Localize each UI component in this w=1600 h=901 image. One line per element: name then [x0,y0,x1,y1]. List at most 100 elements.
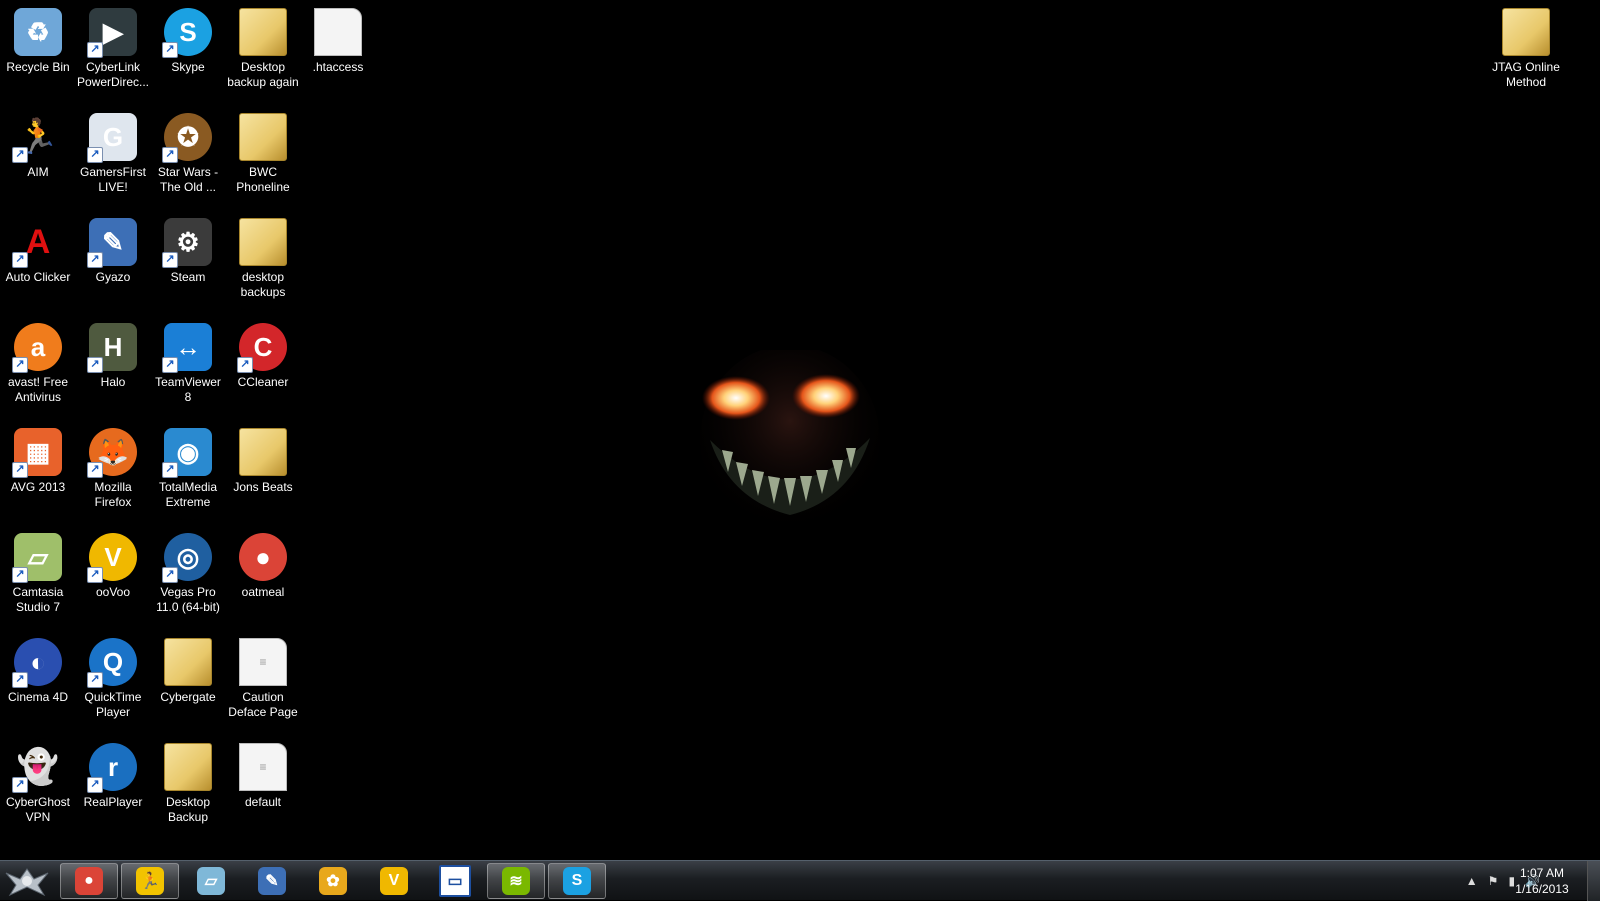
oovoo-icon: V ↗ [87,533,137,583]
desktop-icon-cyberlink-powerdirector[interactable]: ▶ ↗ CyberLink PowerDirec... [75,0,151,100]
desktop-icon-oovoo[interactable]: V ↗ ooVoo [75,525,151,625]
start-orb-icon [5,868,49,897]
action-center-flag-icon[interactable]: ⚑ [1488,874,1499,888]
desktop-icon-oatmeal[interactable]: ● oatmeal [225,525,301,625]
shortcut-arrow-icon: ↗ [237,357,253,373]
wallpaper-demon-face [700,350,880,535]
show-desktop-button[interactable] [1587,861,1600,901]
desktop-icon-cyberghost[interactable]: 👻 ↗ CyberGhost VPN [0,735,76,835]
desktop-icon-desktop-backups[interactable]: desktop backups [225,210,301,310]
shortcut-arrow-icon: ↗ [87,672,103,688]
camtasia-icon: ▱ ↗ [12,533,62,583]
desktop-icon-label: Halo [100,375,126,389]
show-hidden-icons-arrow-icon[interactable]: ▲ [1466,874,1478,888]
desktop-icon-camtasia[interactable]: ▱ ↗ Camtasia Studio 7 [0,525,76,625]
desktop-icon-label: Jons Beats [233,480,293,494]
folder-icon [239,8,287,56]
desktop-icon-caution-deface-page[interactable]: ≡ Caution Deface Page [225,630,301,730]
file-icon [314,8,362,56]
shortcut-arrow-icon: ↗ [12,672,28,688]
shortcut-arrow-icon: ↗ [87,42,103,58]
skype-icon: S ↗ [162,8,212,58]
desktop-icon-halo[interactable]: H ↗ Halo [75,315,151,415]
gyazo-icon: ✎ [258,867,286,895]
firefox-icon: 🦊 ↗ [87,428,137,478]
desktop-icon-gamersfirst[interactable]: G ↗ GamersFirst LIVE! [75,105,151,205]
taskbar-oovoo[interactable]: V [365,863,423,899]
desktop-icon-htaccess[interactable]: .htaccess [300,0,376,100]
desktop-icon-label: TeamViewer 8 [155,375,221,404]
desktop-icon-recycle-bin[interactable]: ♻ Recycle Bin [0,0,76,100]
star-wars-old-republic-icon: ✪ ↗ [162,113,212,163]
desktop-icon-cinema-4d[interactable]: ◐ ↗ Cinema 4D [0,630,76,730]
auto-clicker-icon: A ↗ [12,218,62,268]
desktop-icon-label: ooVoo [95,585,131,599]
desktop-icon-bwc-phoneline[interactable]: BWC Phoneline [225,105,301,205]
shortcut-arrow-icon: ↗ [12,777,28,793]
desktop-icon-star-wars[interactable]: ✪ ↗ Star Wars - The Old ... [150,105,226,205]
desktop-icon-teamviewer[interactable]: ↔ ↗ TeamViewer 8 [150,315,226,415]
folder-icon [239,428,287,476]
oovoo-icon: V [380,867,408,895]
desktop-icon-cybergate[interactable]: Cybergate [150,630,226,730]
shortcut-arrow-icon: ↗ [87,147,103,163]
desktop-icon-avg[interactable]: ▦ ↗ AVG 2013 [0,420,76,520]
taskbar-spotify[interactable]: ≋ [487,863,545,899]
recycle-bin-icon: ♻ [14,8,62,56]
fruity-loops-icon: ✿ [319,867,347,895]
taskbar-notepad[interactable]: ▱ [182,863,240,899]
desktop-icon-label: JTAG Online Method [1492,60,1560,89]
taskbar-skype[interactable]: S [548,863,606,899]
shortcut-arrow-icon: ↗ [162,567,178,583]
shortcut-arrow-icon: ↗ [12,252,28,268]
desktop-icon-label: Caution Deface Page [228,690,298,719]
desktop-icon-skype[interactable]: S ↗ Skype [150,0,226,100]
desktop-icon-totalmedia[interactable]: ◉ ↗ TotalMedia Extreme [150,420,226,520]
shortcut-arrow-icon: ↗ [87,462,103,478]
desktop-icon-quicktime[interactable]: Q ↗ QuickTime Player [75,630,151,730]
skype-icon: S [563,867,591,895]
ccleaner-icon: C ↗ [237,323,287,373]
start-button[interactable] [2,862,52,900]
desktop-icon-firefox[interactable]: 🦊 ↗ Mozilla Firefox [75,420,151,520]
chrome-icon: ● [239,533,287,581]
folder-icon [164,638,212,686]
desktop-icon-label: default [244,795,282,809]
desktop-icon-ccleaner[interactable]: C ↗ CCleaner [225,315,301,415]
clock[interactable]: 1:07 AM 1/16/2013 [1502,865,1582,897]
desktop-icon-auto-clicker[interactable]: A ↗ Auto Clicker [0,210,76,310]
desktop-icon-label: Cinema 4D [7,690,69,704]
desktop-icon-label: Skype [171,60,205,74]
desktop-icon-jtag-online-method[interactable]: JTAG Online Method [1488,0,1564,100]
desktop-icon-desktop-backup-again[interactable]: Desktop backup again [225,0,301,100]
gyazo-icon: ✎ ↗ [87,218,137,268]
shortcut-arrow-icon: ↗ [12,462,28,478]
desktop-icon-label: Desktop backup again [227,60,299,89]
desktop-icon-realplayer[interactable]: r ↗ RealPlayer [75,735,151,835]
gamersfirst-icon: G ↗ [87,113,137,163]
desktop-icon-desktop-backup[interactable]: Desktop Backup [150,735,226,835]
taskbar-chrome[interactable]: ● [60,863,118,899]
folder-icon [239,218,287,266]
taskbar-gyazo[interactable]: ✎ [243,863,301,899]
desktop-icon-vegas-pro[interactable]: ◎ ↗ Vegas Pro 11.0 (64-bit) [150,525,226,625]
desktop-icon-steam[interactable]: ⚙ ↗ Steam [150,210,226,310]
taskbar-fl-studio[interactable]: ✿ [304,863,362,899]
folder-icon [164,743,212,791]
taskbar-window[interactable]: ▭ [426,863,484,899]
shortcut-arrow-icon: ↗ [12,147,28,163]
shortcut-arrow-icon: ↗ [87,567,103,583]
desktop-icon-jons-beats[interactable]: Jons Beats [225,420,301,520]
desktop-icon-gyazo[interactable]: ✎ ↗ Gyazo [75,210,151,310]
desktop[interactable]: ♻ Recycle Bin ▶ ↗ CyberLink PowerDirec... S ↗ S… [0,0,1600,860]
quicktime-icon: Q ↗ [87,638,137,688]
desktop-icon-label: Auto Clicker [5,270,71,284]
desktop-icon-aim[interactable]: 🏃 ↗ AIM [0,105,76,205]
desktop-icon-default[interactable]: ≡ default [225,735,301,835]
taskbar-aim[interactable]: 🏃 [121,863,179,899]
desktop-icon-avast[interactable]: a ↗ avast! Free Antivirus [0,315,76,415]
cinema-4d-icon: ◐ ↗ [12,638,62,688]
clock-date: 1/16/2013 [1515,882,1569,896]
halo-master-chief-icon: H ↗ [87,323,137,373]
folder-icon [1502,8,1550,56]
